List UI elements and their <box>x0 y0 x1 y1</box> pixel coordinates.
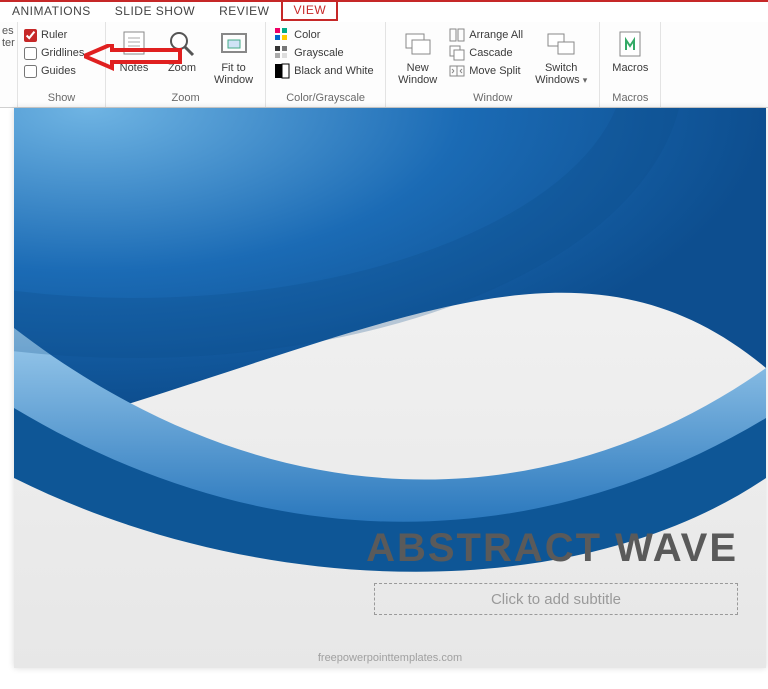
grayscale-icon <box>274 45 290 61</box>
ribbon-view: es ter Ruler Gridlines Guides Show <box>0 22 768 108</box>
group-color-grayscale: Color Grayscale Black and White Color/Gr… <box>266 22 386 107</box>
switch-windows-button[interactable]: Switch Windows <box>529 26 593 86</box>
group-zoom: Notes Zoom Fit to Window Zoom <box>106 22 266 107</box>
zoom-button[interactable]: Zoom <box>160 26 204 74</box>
ruler-checkbox-input[interactable] <box>24 29 37 42</box>
cascade-icon <box>449 45 465 61</box>
notes-icon <box>118 28 150 60</box>
new-window-label: New Window <box>398 62 437 86</box>
ruler-label: Ruler <box>41 29 67 41</box>
slide-canvas[interactable]: ABSTRACT WAVE Click to add subtitle free… <box>14 108 766 668</box>
color-label: Color <box>294 29 320 41</box>
group-zoom-label: Zoom <box>112 90 259 107</box>
tab-review[interactable]: REVIEW <box>207 2 281 22</box>
guides-checkbox[interactable]: Guides <box>24 62 76 80</box>
grayscale-label: Grayscale <box>294 47 344 59</box>
move-split-label: Move Split <box>469 65 520 77</box>
move-split-button[interactable]: Move Split <box>447 62 525 80</box>
ruler-checkbox[interactable]: Ruler <box>24 26 67 44</box>
fit-window-label: Fit to Window <box>214 62 253 86</box>
guides-label: Guides <box>41 65 76 77</box>
group-window: New Window Arrange All Cascade <box>386 22 600 107</box>
gridlines-label: Gridlines <box>41 47 84 59</box>
tab-slide-show[interactable]: SLIDE SHOW <box>103 2 207 22</box>
fit-to-window-button[interactable]: Fit to Window <box>208 26 259 86</box>
cascade-button[interactable]: Cascade <box>447 44 525 62</box>
ribbon-tabs: ANIMATIONS SLIDE SHOW REVIEW VIEW <box>0 0 768 22</box>
tab-animations[interactable]: ANIMATIONS <box>0 2 103 22</box>
fit-window-icon <box>218 28 250 60</box>
slide-subtitle-placeholder[interactable]: Click to add subtitle <box>374 583 738 615</box>
group-show: Ruler Gridlines Guides Show <box>18 22 106 107</box>
zoom-label: Zoom <box>168 62 196 74</box>
group-macros-label: Macros <box>606 90 654 107</box>
switch-windows-label: Switch Windows <box>535 62 587 86</box>
macros-icon <box>614 28 646 60</box>
notes-button[interactable]: Notes <box>112 26 156 74</box>
group-show-label: Show <box>24 90 99 107</box>
new-window-button[interactable]: New Window <box>392 26 443 86</box>
cascade-label: Cascade <box>469 47 512 59</box>
master-button-partial[interactable]: es ter <box>2 26 17 49</box>
arrange-label: Arrange All <box>469 29 523 41</box>
color-icon <box>274 27 290 43</box>
slide-title[interactable]: ABSTRACT WAVE <box>342 526 738 571</box>
slide-workspace: ABSTRACT WAVE Click to add subtitle free… <box>0 108 768 689</box>
zoom-icon <box>166 28 198 60</box>
group-macros: Macros Macros <box>600 22 661 107</box>
color-button[interactable]: Color <box>272 26 322 44</box>
gridlines-checkbox-input[interactable] <box>24 47 37 60</box>
bw-icon <box>274 63 290 79</box>
notes-label: Notes <box>120 62 149 74</box>
group-window-label: Window <box>392 90 593 107</box>
new-window-icon <box>402 28 434 60</box>
macros-label: Macros <box>612 62 648 74</box>
slide-credit: freepowerpointtemplates.com <box>14 652 766 664</box>
tab-view[interactable]: VIEW <box>281 1 338 21</box>
arrange-all-button[interactable]: Arrange All <box>447 26 525 44</box>
group-master-views: es ter <box>0 22 18 107</box>
switch-windows-icon <box>545 28 577 60</box>
bw-label: Black and White <box>294 65 373 77</box>
guides-checkbox-input[interactable] <box>24 65 37 78</box>
move-split-icon <box>449 63 465 79</box>
gridlines-checkbox[interactable]: Gridlines <box>24 44 84 62</box>
black-white-button[interactable]: Black and White <box>272 62 375 80</box>
grayscale-button[interactable]: Grayscale <box>272 44 346 62</box>
macros-button[interactable]: Macros <box>606 26 654 74</box>
group-color-label: Color/Grayscale <box>272 90 379 107</box>
arrange-icon <box>449 27 465 43</box>
